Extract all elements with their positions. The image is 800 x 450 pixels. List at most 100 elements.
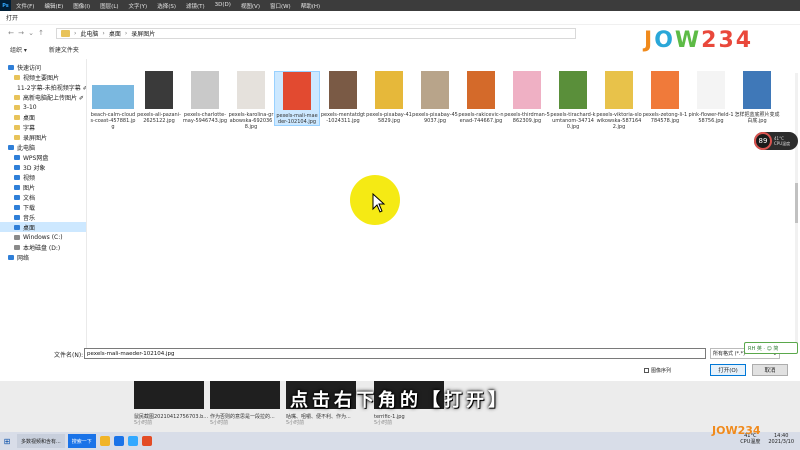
menu-item[interactable]: 文字(Y): [124, 2, 153, 10]
photoshop-logo: Ps: [0, 0, 11, 11]
file-item[interactable]: pexels-karolina-grabowska-6920368.jpg: [228, 71, 274, 130]
sidebar-item[interactable]: WPS网盘: [0, 152, 86, 162]
breadcrumb-item[interactable]: 此电脑: [80, 29, 98, 38]
up-arrow-icon[interactable]: ↑: [36, 29, 46, 37]
app-icon[interactable]: [141, 436, 152, 446]
sidebar-item[interactable]: 录屏图片: [0, 132, 86, 142]
menu-item[interactable]: 文件(F): [11, 2, 39, 10]
sidebar-this-pc[interactable]: 此电脑: [0, 142, 86, 152]
file-item[interactable]: 怎样把蓝底照片变成白底.jpg: [734, 71, 780, 124]
sidebar-item[interactable]: 3-10: [0, 102, 86, 112]
sidebar-item[interactable]: 下载: [0, 202, 86, 212]
cpu-percent: 89: [754, 132, 772, 150]
dialog-title-bar: 打开: [0, 11, 800, 25]
sidebar-item[interactable]: 本地磁盘 (D:): [0, 242, 86, 252]
sidebar-item[interactable]: 图片: [0, 182, 86, 192]
file-thumbnail: [651, 71, 679, 109]
menu-item[interactable]: 选择(S): [152, 2, 181, 10]
sidebar-item[interactable]: 视频主要图片: [0, 72, 86, 82]
download-icon: [14, 204, 20, 210]
vertical-scrollbar[interactable]: [795, 73, 798, 343]
scrollbar-thumb[interactable]: [795, 183, 798, 223]
back-arrow-icon[interactable]: ←: [6, 29, 16, 37]
organize-button[interactable]: 组织 ▾: [10, 45, 27, 54]
breadcrumb-item[interactable]: 录屏图片: [131, 29, 155, 38]
file-item[interactable]: pexels-thirdman-5862309.jpg: [504, 71, 550, 124]
taskbar-task[interactable]: 多数视频和含有...: [17, 434, 65, 448]
file-item[interactable]: pexels-pixabay-459037.jpg: [412, 71, 458, 124]
cpu-monitor-widget[interactable]: 89 41°C CPU温度: [754, 132, 798, 150]
menu-item[interactable]: 3D(D): [210, 2, 236, 10]
file-item[interactable]: pexels-mali-maeder-102104.jpg: [274, 71, 320, 126]
browser-icon[interactable]: [113, 436, 124, 446]
photoshop-taskbar-icon[interactable]: [127, 436, 138, 446]
file-thumbnail: [513, 71, 541, 109]
star-icon: [8, 64, 14, 70]
file-item[interactable]: pink-flower-field-158756.jpg: [688, 71, 734, 124]
file-explorer-icon[interactable]: [99, 436, 110, 446]
menu-item[interactable]: 编辑(E): [39, 2, 68, 10]
menu-item[interactable]: 视图(V): [236, 2, 265, 10]
open-dialog: 打开 ← → ⌄ ↑ › 此电脑 › 桌面 › 录屏图片 组织 ▾ 新建文件夹 …: [0, 11, 800, 381]
file-item[interactable]: pexels-mentatdgt-1024311.jpg: [320, 71, 366, 124]
file-item[interactable]: pexels-zetong-li-1784578.jpg: [642, 71, 688, 124]
menu-item[interactable]: 滤镜(T): [181, 2, 210, 10]
menu-item[interactable]: 窗口(W): [265, 2, 296, 10]
new-folder-button[interactable]: 新建文件夹: [49, 45, 79, 54]
sidebar-item[interactable]: 桌面: [0, 112, 86, 122]
checkbox-box[interactable]: [644, 368, 649, 373]
menu-item[interactable]: 帮助(H): [296, 2, 325, 10]
ime-toolbar[interactable]: RH 英 · ☺ 简: [744, 342, 798, 354]
sidebar-item[interactable]: 11-2字幕-未拍视频字幕 ✐: [0, 82, 86, 92]
cancel-button[interactable]: 取消: [752, 364, 788, 376]
file-item[interactable]: pexels-charlotte-may-5946743.jpg: [182, 71, 228, 124]
sidebar-item[interactable]: 高新电脑配上传图片 ✐: [0, 92, 86, 102]
computer-icon: [8, 144, 14, 150]
file-item[interactable]: beach-calm-clouds-coast-457881.jpg: [90, 71, 136, 130]
forward-arrow-icon[interactable]: →: [16, 29, 26, 37]
file-thumbnail: [421, 71, 449, 109]
sidebar-item[interactable]: 文档: [0, 192, 86, 202]
mouse-cursor-icon: [372, 193, 386, 213]
open-button[interactable]: 打开(O): [710, 364, 746, 376]
sidebar-item[interactable]: 字幕: [0, 122, 86, 132]
sidebar-item[interactable]: 桌面: [0, 222, 86, 232]
windows-start-icon[interactable]: ⊞: [0, 432, 14, 450]
file-item[interactable]: pexels-rakicevic-nenad-744667.jpg: [458, 71, 504, 124]
clock[interactable]: 14:40 2021/3/10: [768, 433, 794, 445]
chevron-down-icon[interactable]: ⌄: [26, 29, 36, 37]
file-item[interactable]: pexels-ali-pazani-2625122.jpg: [136, 71, 182, 124]
filename-input[interactable]: [84, 348, 706, 359]
image-sequence-checkbox[interactable]: 图像序列: [644, 367, 671, 374]
file-thumbnail: [92, 85, 134, 109]
sidebar-network[interactable]: 网络: [0, 252, 86, 262]
file-thumbnail: [467, 71, 495, 109]
file-item[interactable]: pexels-viktoria-slowikowska-5871642.jpg: [596, 71, 642, 130]
file-name: pexels-mali-maeder-102104.jpg: [276, 113, 318, 125]
sidebar-item[interactable]: 3D 对象: [0, 162, 86, 172]
quick-access-list: 视频主要图片 11-2字幕-未拍视频字幕 ✐ 高新电脑配上传图片 ✐ 3-10 桌面 字幕…: [0, 72, 86, 142]
sidebar-item[interactable]: 音乐: [0, 212, 86, 222]
file-name: pexels-pixabay-459037.jpg: [412, 112, 458, 124]
filetype-value: 所有格式 (*.*): [713, 351, 746, 357]
sidebar-item[interactable]: 视频: [0, 172, 86, 182]
menu-item[interactable]: 图像(I): [68, 2, 95, 10]
address-bar[interactable]: › 此电脑 › 桌面 › 录屏图片: [56, 27, 576, 39]
sidebar-item[interactable]: Windows (C:): [0, 232, 86, 242]
folder-icon: [14, 94, 20, 100]
file-thumbnail: [145, 71, 173, 109]
menu-item[interactable]: 图层(L): [95, 2, 123, 10]
this-pc-list: WPS网盘 3D 对象 视频 图片 文档 下载 音乐 桌面 Windows (C:) 本地磁盘 (…: [0, 152, 86, 252]
file-item[interactable]: pexels-tirachard-kumtanom-347140.jpg: [550, 71, 596, 130]
cloud-icon: [14, 154, 20, 160]
network-icon: [8, 254, 14, 260]
drive-icon: [14, 234, 20, 240]
breadcrumb-item[interactable]: 桌面: [109, 29, 121, 38]
folder-icon: [14, 74, 20, 80]
file-item[interactable]: pexels-pixabay-415829.jpg: [366, 71, 412, 124]
image-sequence-label: 图像序列: [651, 368, 672, 374]
file-name: pink-flower-field-158756.jpg: [688, 112, 734, 124]
taskbar-search-button[interactable]: 搜索一下: [67, 434, 96, 448]
dialog-footer: 文件名(N): 所有格式 (*.*) ⌄ 图像序列 打开(O) 取消: [0, 347, 800, 381]
sidebar-quick-access[interactable]: 快速访问: [0, 62, 86, 72]
